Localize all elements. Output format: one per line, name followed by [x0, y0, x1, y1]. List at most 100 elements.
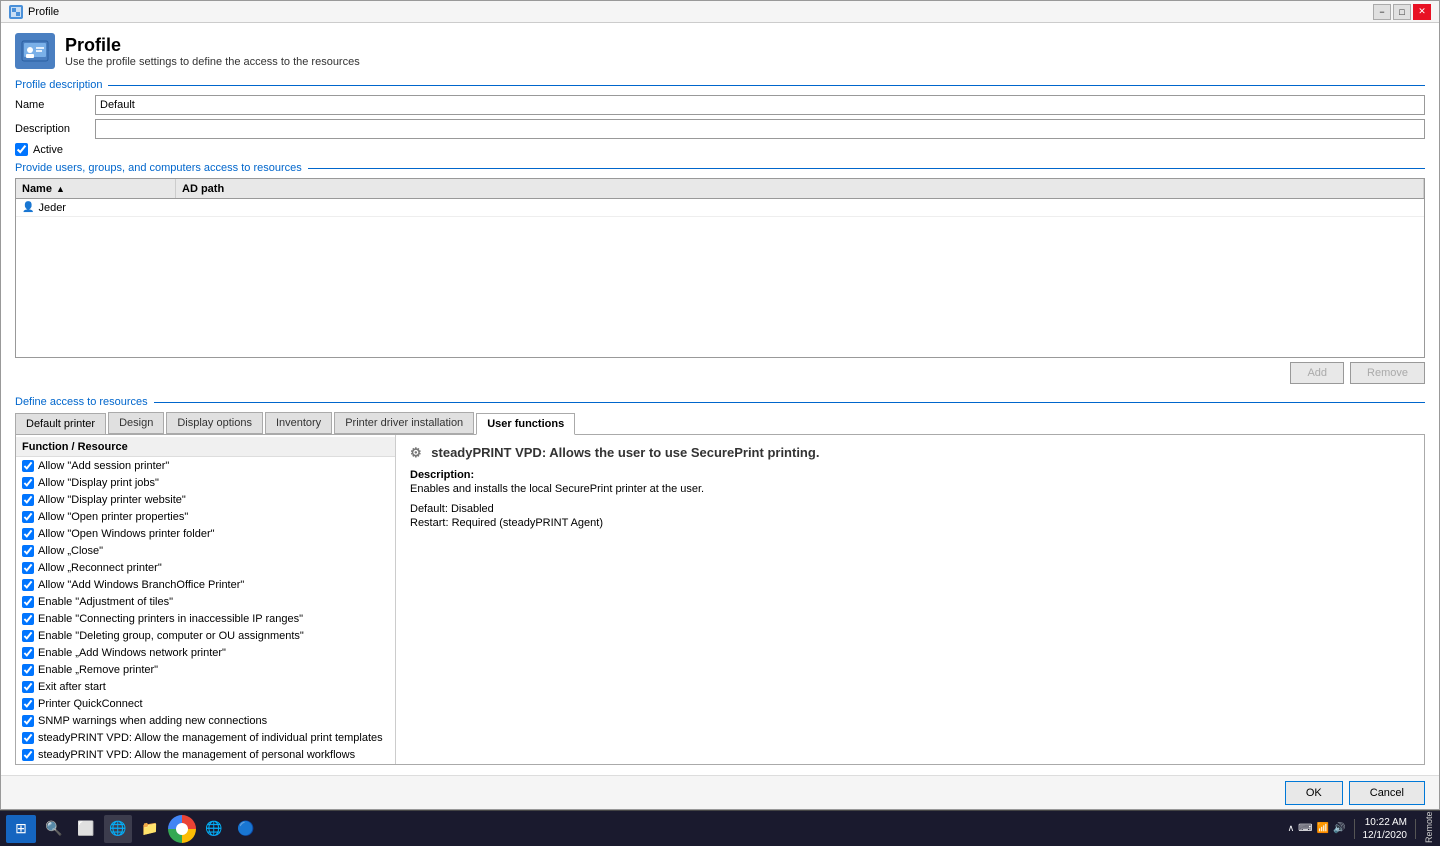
func-item-14[interactable]: Exit after start: [16, 678, 395, 695]
cancel-button[interactable]: Cancel: [1349, 781, 1425, 805]
col-name: Name ▲: [16, 179, 176, 198]
tray-chevron[interactable]: ∧: [1288, 823, 1295, 834]
description-row: Description: [15, 119, 1425, 139]
page-subtitle: Use the profile settings to define the a…: [65, 56, 360, 68]
tab-user-functions[interactable]: User functions: [476, 413, 575, 435]
taskbar-time[interactable]: 10:22 AM 12/1/2020: [1363, 816, 1408, 842]
profile-window: Profile − □ ✕ Profile Use the: [0, 0, 1440, 810]
func-checkbox-8[interactable]: [22, 579, 34, 591]
taskbar-edge-icon[interactable]: 🌐: [104, 815, 132, 843]
func-item-17[interactable]: steadyPRINT VPD: Allow the management of…: [16, 729, 395, 746]
func-item-16[interactable]: SNMP warnings when adding new connection…: [16, 712, 395, 729]
active-label: Active: [33, 144, 63, 156]
func-label-4: Allow "Open printer properties": [38, 511, 188, 523]
func-label-5: Allow "Open Windows printer folder": [38, 528, 215, 540]
taskbar-task-view-icon[interactable]: ⬜: [72, 815, 100, 843]
func-item-6[interactable]: Allow „Close": [16, 542, 395, 559]
func-checkbox-15[interactable]: [22, 698, 34, 710]
tray-keyboard-icon: ⌨: [1298, 823, 1312, 834]
tray-network-status: 📶: [1317, 823, 1329, 834]
window-icon: [9, 5, 23, 19]
detail-title-row: ⚙ steadyPRINT VPD: Allows the user to us…: [410, 445, 1410, 461]
func-checkbox-7[interactable]: [22, 562, 34, 574]
detail-desc-label: Description:: [410, 469, 1410, 481]
func-checkbox-3[interactable]: [22, 494, 34, 506]
table-body: 👤 Jeder: [16, 199, 1424, 358]
description-input[interactable]: [95, 119, 1425, 139]
tray-divider2: [1415, 819, 1416, 839]
tab-inventory[interactable]: Inventory: [265, 412, 332, 434]
func-item-15[interactable]: Printer QuickConnect: [16, 695, 395, 712]
func-item-18[interactable]: steadyPRINT VPD: Allow the management of…: [16, 746, 395, 763]
remove-button[interactable]: Remove: [1350, 362, 1425, 384]
ok-button[interactable]: OK: [1285, 781, 1343, 805]
tab-printer-driver[interactable]: Printer driver installation: [334, 412, 474, 434]
func-checkbox-13[interactable]: [22, 664, 34, 676]
window-controls: − □ ✕: [1373, 4, 1431, 20]
taskbar-app-icon[interactable]: 🔵: [232, 815, 260, 843]
active-checkbox[interactable]: [15, 143, 28, 156]
table-row[interactable]: 👤 Jeder: [16, 199, 1424, 217]
minimize-button[interactable]: −: [1373, 4, 1391, 20]
active-row: Active: [15, 143, 1425, 156]
func-checkbox-6[interactable]: [22, 545, 34, 557]
func-checkbox-11[interactable]: [22, 630, 34, 642]
func-item-10[interactable]: Enable "Connecting printers in inaccessi…: [16, 610, 395, 627]
func-item-19[interactable]: steadyPRINT VPD: Allows the user to use …: [16, 763, 395, 764]
func-checkbox-9[interactable]: [22, 596, 34, 608]
func-item-12[interactable]: Enable „Add Windows network printer": [16, 644, 395, 661]
tab-display-options[interactable]: Display options: [166, 412, 263, 434]
func-item-13[interactable]: Enable „Remove printer": [16, 661, 395, 678]
functions-list[interactable]: Function / Resource Allow "Add session p…: [16, 435, 396, 764]
func-item-8[interactable]: Allow "Add Windows BranchOffice Printer": [16, 576, 395, 593]
tray-volume-icon[interactable]: 🔊: [1333, 823, 1345, 834]
taskbar-network-icon[interactable]: 🌐: [200, 815, 228, 843]
func-checkbox-18[interactable]: [22, 749, 34, 761]
func-checkbox-10[interactable]: [22, 613, 34, 625]
detail-restart: Restart: Required (steadyPRINT Agent): [410, 517, 1410, 529]
func-item-2[interactable]: Allow "Display print jobs": [16, 474, 395, 491]
add-button[interactable]: Add: [1290, 362, 1344, 384]
profile-description-label: Profile description: [15, 79, 1425, 91]
func-item-3[interactable]: Allow "Display printer website": [16, 491, 395, 508]
tab-default-printer[interactable]: Default printer: [15, 413, 106, 435]
taskbar-search-icon[interactable]: 🔍: [40, 815, 68, 843]
func-label-15: Printer QuickConnect: [38, 698, 143, 710]
tab-design[interactable]: Design: [108, 412, 164, 434]
func-label-6: Allow „Close": [38, 545, 103, 557]
users-section-label: Provide users, groups, and computers acc…: [15, 162, 1425, 174]
access-section-label: Define access to resources: [15, 396, 1425, 408]
maximize-button[interactable]: □: [1393, 4, 1411, 20]
title-bar: Profile − □ ✕: [1, 1, 1439, 23]
add-remove-buttons: Add Remove: [15, 362, 1425, 384]
func-item-4[interactable]: Allow "Open printer properties": [16, 508, 395, 525]
func-checkbox-4[interactable]: [22, 511, 34, 523]
func-item-9[interactable]: Enable "Adjustment of tiles": [16, 593, 395, 610]
close-button[interactable]: ✕: [1413, 4, 1431, 20]
bottom-bar: OK Cancel: [1, 775, 1439, 809]
name-input[interactable]: [95, 95, 1425, 115]
func-checkbox-1[interactable]: [22, 460, 34, 472]
func-item-5[interactable]: Allow "Open Windows printer folder": [16, 525, 395, 542]
func-checkbox-14[interactable]: [22, 681, 34, 693]
func-checkbox-17[interactable]: [22, 732, 34, 744]
func-item-7[interactable]: Allow „Reconnect printer": [16, 559, 395, 576]
func-label-17: steadyPRINT VPD: Allow the management of…: [38, 732, 383, 744]
start-button[interactable]: ⊞: [6, 815, 36, 843]
func-label-3: Allow "Display printer website": [38, 494, 186, 506]
gear-icon: ⚙: [410, 445, 422, 460]
func-item-1[interactable]: Allow "Add session printer": [16, 457, 395, 474]
func-item-11[interactable]: Enable "Deleting group, computer or OU a…: [16, 627, 395, 644]
func-checkbox-16[interactable]: [22, 715, 34, 727]
func-label-7: Allow „Reconnect printer": [38, 562, 162, 574]
taskbar-chrome-icon[interactable]: [168, 815, 196, 843]
remote-label[interactable]: Remote: [1424, 815, 1434, 843]
func-checkbox-12[interactable]: [22, 647, 34, 659]
func-label-11: Enable "Deleting group, computer or OU a…: [38, 630, 304, 642]
name-row: Name: [15, 95, 1425, 115]
main-content: Profile Use the profile settings to defi…: [1, 23, 1439, 775]
func-label-12: Enable „Add Windows network printer": [38, 647, 226, 659]
taskbar-explorer-icon[interactable]: 📁: [136, 815, 164, 843]
func-checkbox-5[interactable]: [22, 528, 34, 540]
func-checkbox-2[interactable]: [22, 477, 34, 489]
